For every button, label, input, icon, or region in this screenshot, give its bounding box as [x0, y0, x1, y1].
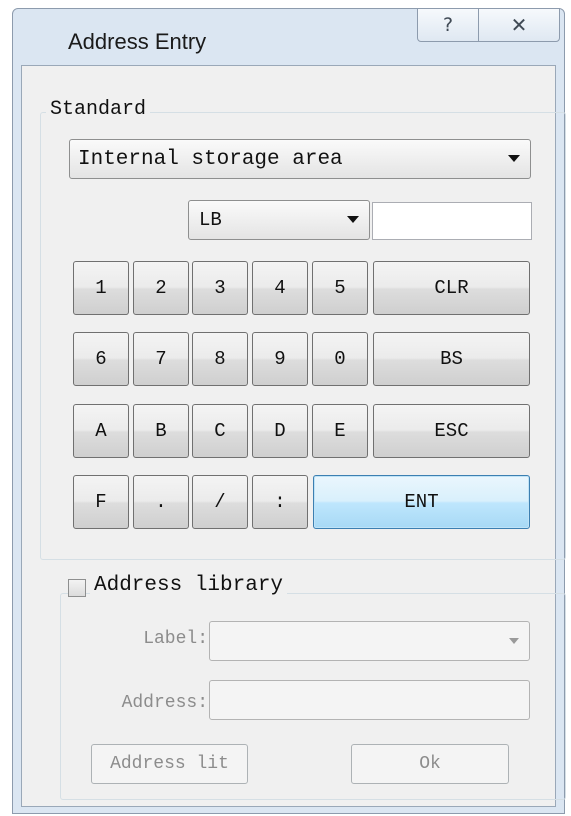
key-colon[interactable]: : — [252, 475, 308, 529]
help-icon: ? — [442, 14, 454, 36]
key-2[interactable]: 2 — [133, 261, 189, 315]
device-type-select[interactable]: LB — [188, 200, 370, 240]
label-select[interactable] — [209, 621, 530, 661]
key-a[interactable]: A — [73, 404, 129, 458]
key-c[interactable]: C — [192, 404, 248, 458]
key-6[interactable]: 6 — [73, 332, 129, 386]
dialog-title: Address Entry — [68, 29, 207, 54]
key-slash[interactable]: / — [192, 475, 248, 529]
key-8[interactable]: 8 — [192, 332, 248, 386]
clear-button[interactable]: CLR — [373, 261, 530, 315]
key-4[interactable]: 4 — [252, 261, 308, 315]
backspace-button[interactable]: BS — [373, 332, 530, 386]
key-b[interactable]: B — [133, 404, 189, 458]
key-0[interactable]: 0 — [312, 332, 368, 386]
storage-area-select[interactable]: Internal storage area — [69, 139, 531, 179]
key-3[interactable]: 3 — [192, 261, 248, 315]
ok-button[interactable]: Ok — [351, 744, 509, 784]
address-library-label: Address library — [90, 574, 288, 597]
key-e[interactable]: E — [312, 404, 368, 458]
library-address-input[interactable] — [209, 680, 530, 720]
storage-area-value: Internal storage area — [78, 147, 343, 171]
title-bar: Address Entry ? ✕ — [13, 8, 564, 65]
address-library-checkbox[interactable] — [68, 579, 86, 597]
enter-button[interactable]: ENT — [313, 475, 530, 529]
address-library-button[interactable]: Address lit — [91, 744, 248, 784]
key-d[interactable]: D — [252, 404, 308, 458]
chevron-down-icon — [509, 638, 519, 644]
escape-button[interactable]: ESC — [373, 404, 530, 458]
key-dot[interactable]: . — [133, 475, 189, 529]
close-button[interactable]: ✕ — [478, 8, 560, 42]
address-caption: Address: — [121, 693, 208, 713]
standard-group-label: Standard — [46, 98, 151, 121]
key-7[interactable]: 7 — [133, 332, 189, 386]
chevron-down-icon — [508, 155, 520, 162]
label-caption: Label: — [143, 629, 208, 649]
key-f[interactable]: F — [73, 475, 129, 529]
dialog-body: Standard Internal storage area LB 1 2 3 … — [21, 65, 566, 807]
address-input[interactable] — [372, 202, 532, 240]
key-1[interactable]: 1 — [73, 261, 129, 315]
help-button[interactable]: ? — [417, 8, 479, 42]
key-9[interactable]: 9 — [252, 332, 308, 386]
close-icon: ✕ — [510, 13, 528, 37]
key-5[interactable]: 5 — [312, 261, 368, 315]
chevron-down-icon — [347, 216, 359, 223]
address-entry-dialog: Address Entry ? ✕ Standard Internal stor… — [12, 8, 566, 814]
device-type-value: LB — [199, 209, 222, 231]
